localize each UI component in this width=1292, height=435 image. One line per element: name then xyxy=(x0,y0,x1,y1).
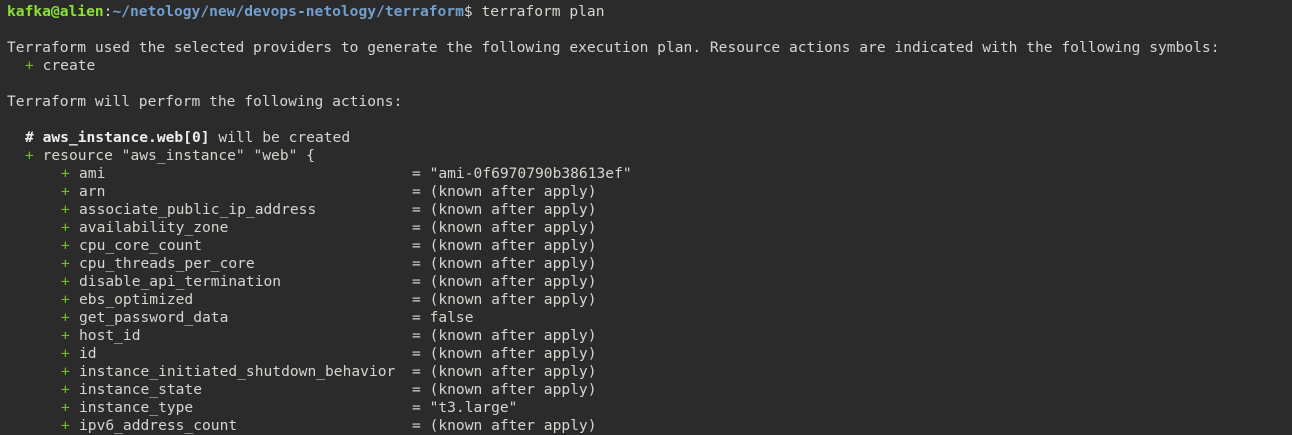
plus-symbol: + xyxy=(61,183,70,200)
attribute-row: + ipv6_address_count = (known after apply) xyxy=(61,417,597,435)
prompt-user-host: kafka@alien xyxy=(7,3,104,20)
attribute-name: cpu_threads_per_core xyxy=(79,255,255,272)
plus-symbol: + xyxy=(61,345,70,362)
symbol-legend: + create xyxy=(25,57,95,75)
plus-symbol: + xyxy=(61,381,70,398)
attribute-row: + availability_zone = (known after apply) xyxy=(61,219,597,237)
attribute-row: + host_id = (known after apply) xyxy=(61,327,597,345)
actions-heading: Terraform will perform the following act… xyxy=(7,93,403,110)
attribute-name: arn xyxy=(79,183,106,200)
attribute-name: associate_public_ip_address xyxy=(79,201,317,218)
attribute-row: + instance_initiated_shutdown_behavior = (… xyxy=(61,363,597,381)
plus-symbol: + xyxy=(61,291,70,308)
plus-symbol: + xyxy=(61,363,70,380)
attribute-value: = (known after apply) xyxy=(412,417,597,434)
attribute-value: = (known after apply) xyxy=(412,237,597,254)
attribute-value: = (known after apply) xyxy=(412,345,597,362)
attribute-row: + cpu_threads_per_core = (known after appl… xyxy=(61,255,597,273)
resource-comment: # aws_instance.web[0] will be created xyxy=(25,129,350,147)
attribute-row: + ami = "ami-0f6970790b38613ef" xyxy=(61,165,632,183)
plus-symbol: + xyxy=(61,309,70,326)
attribute-row: + disable_api_termination = (known after a… xyxy=(61,273,597,291)
prompt-path: ~/netology/new/devops-netology/terraform xyxy=(112,3,464,20)
attribute-value: = (known after apply) xyxy=(412,273,597,290)
attribute-name: instance_type xyxy=(79,399,194,416)
attribute-name: id xyxy=(79,345,97,362)
terminal-window[interactable]: kafka@alien:~/netology/new/devops-netolo… xyxy=(0,0,1292,435)
attribute-row: + cpu_core_count = (known after apply) xyxy=(61,237,597,255)
attribute-row: + arn = (known after apply) xyxy=(61,183,597,201)
attribute-value: = (known after apply) xyxy=(412,219,597,236)
attribute-value: = (known after apply) xyxy=(412,381,597,398)
attribute-value: = (known after apply) xyxy=(412,201,597,218)
plus-symbol: + xyxy=(61,201,70,218)
attribute-name: get_password_data xyxy=(79,309,229,326)
attribute-name: availability_zone xyxy=(79,219,229,236)
plus-symbol: + xyxy=(61,327,70,344)
attribute-name: cpu_core_count xyxy=(79,237,203,254)
attribute-value: = "t3.large" xyxy=(412,399,518,416)
attribute-row: + associate_public_ip_address = (known aft… xyxy=(61,201,597,219)
attribute-row: + instance_type = "t3.large" xyxy=(61,399,517,417)
resource-suffix: will be created xyxy=(209,129,351,146)
plus-symbol: + xyxy=(61,255,70,272)
resource-decl-text: resource "aws_instance" "web" { xyxy=(42,147,315,164)
plus-symbol: + xyxy=(61,273,70,290)
attribute-name: ami xyxy=(79,165,106,182)
attribute-value: = "ami-0f6970790b38613ef" xyxy=(412,165,632,182)
comment-hash: # xyxy=(25,129,34,146)
plus-symbol: + xyxy=(61,219,70,236)
resource-address: aws_instance.web[0] xyxy=(42,129,210,146)
prompt-line: kafka@alien:~/netology/new/devops-netolo… xyxy=(7,3,605,21)
attribute-name: disable_api_termination xyxy=(79,273,282,290)
attribute-name: instance_state xyxy=(79,381,203,398)
attribute-row: + ebs_optimized = (known after apply) xyxy=(61,291,597,309)
attribute-value: = (known after apply) xyxy=(412,255,597,272)
symbol-label: create xyxy=(42,57,96,74)
attribute-value: = (known after apply) xyxy=(412,183,597,200)
attribute-row: + instance_state = (known after apply) xyxy=(61,381,597,399)
plus-symbol: + xyxy=(25,57,34,74)
prompt-dollar: $ xyxy=(463,3,473,20)
plus-symbol: + xyxy=(25,147,34,164)
attribute-value: = (known after apply) xyxy=(412,363,597,380)
attribute-value: = (known after apply) xyxy=(412,291,597,308)
attribute-name: ebs_optimized xyxy=(79,291,194,308)
attribute-value: = false xyxy=(412,309,474,326)
attribute-row: + id = (known after apply) xyxy=(61,345,597,363)
attribute-name: host_id xyxy=(79,327,141,344)
plus-symbol: + xyxy=(61,237,70,254)
resource-declaration: + resource "aws_instance" "web" { xyxy=(25,147,315,165)
plus-symbol: + xyxy=(61,399,70,416)
plus-symbol: + xyxy=(61,417,70,434)
attribute-name: ipv6_address_count xyxy=(79,417,238,434)
plan-intro: Terraform used the selected providers to… xyxy=(7,39,1220,56)
attribute-value: = (known after apply) xyxy=(412,327,597,344)
attribute-name: instance_initiated_shutdown_behavior xyxy=(79,363,396,380)
prompt-command: terraform plan xyxy=(472,3,605,20)
attribute-row: + get_password_data = false xyxy=(61,309,474,327)
plus-symbol: + xyxy=(61,165,70,182)
